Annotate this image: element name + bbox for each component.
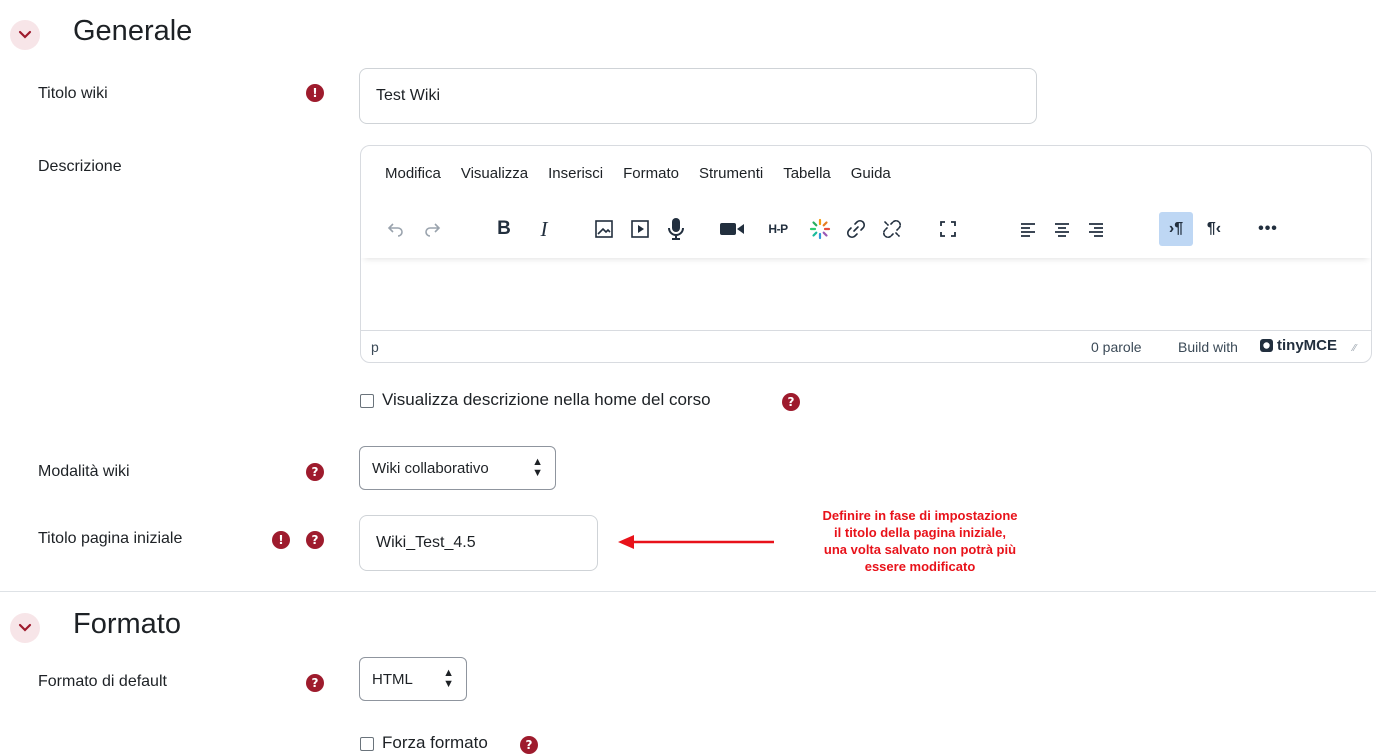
- fullscreen-button[interactable]: [931, 212, 965, 246]
- wiki-title-input[interactable]: Test Wiki: [359, 68, 1037, 124]
- link-icon: [846, 219, 866, 239]
- help-icon[interactable]: ?: [520, 736, 538, 754]
- wiki-title-value: Test Wiki: [376, 87, 440, 104]
- section-toggle-format[interactable]: [10, 613, 40, 643]
- resize-handle-icon[interactable]: ⁄⁄: [1353, 343, 1356, 354]
- help-icon[interactable]: ?: [306, 463, 324, 481]
- rtl-button[interactable]: ¶‹: [1197, 212, 1231, 246]
- required-icon: !: [272, 531, 290, 549]
- redo-button[interactable]: [415, 212, 449, 246]
- unlink-icon: [882, 219, 902, 239]
- force-format-checkbox[interactable]: [360, 737, 374, 751]
- loading-spinner-icon: [809, 218, 831, 240]
- media-icon: [631, 220, 649, 238]
- align-right-icon: [1089, 223, 1103, 237]
- show-description-checkbox[interactable]: [360, 394, 374, 408]
- menu-table[interactable]: Tabella: [783, 165, 831, 182]
- ltr-button[interactable]: ›¶: [1159, 212, 1193, 246]
- undo-button[interactable]: [379, 212, 413, 246]
- first-page-title-label: Titolo pagina iniziale: [38, 530, 183, 547]
- menu-view[interactable]: Visualizza: [461, 165, 528, 182]
- h5p-icon: H-P: [768, 222, 788, 236]
- required-icon: !: [306, 84, 324, 102]
- default-format-label: Formato di default: [38, 673, 167, 690]
- h5p-button[interactable]: H-P: [761, 212, 795, 246]
- image-icon: [595, 220, 613, 238]
- align-left-icon: [1021, 223, 1035, 237]
- redo-icon: [425, 223, 441, 237]
- first-page-title-value: Wiki_Test_4.5: [376, 534, 476, 551]
- wiki-title-label: Titolo wiki: [38, 85, 108, 102]
- align-left-button[interactable]: [1011, 212, 1045, 246]
- section-toggle-general[interactable]: [10, 20, 40, 50]
- wiki-mode-label: Modalità wiki: [38, 463, 130, 480]
- wiki-mode-selected: Wiki collaborativo: [372, 459, 489, 477]
- section-title-format: Formato: [73, 608, 181, 640]
- menu-insert[interactable]: Inserisci: [548, 165, 603, 182]
- bold-button[interactable]: B: [487, 212, 521, 246]
- annotation-note: Definire in fase di impostazione il tito…: [770, 507, 1070, 575]
- force-format-label: Forza formato: [382, 733, 488, 752]
- italic-button[interactable]: I: [527, 212, 561, 246]
- show-description-label: Visualizza descrizione nella home del co…: [382, 390, 711, 409]
- help-icon[interactable]: ?: [306, 674, 324, 692]
- tinymce-logo-icon: [1260, 339, 1273, 352]
- word-count[interactable]: 0 parole: [1091, 339, 1142, 355]
- image-button[interactable]: [587, 212, 621, 246]
- microphone-icon: [668, 218, 684, 240]
- bold-icon: B: [497, 218, 511, 239]
- select-caret-icon: ▲ ▼: [443, 667, 454, 690]
- element-path[interactable]: p: [371, 339, 379, 355]
- branding-prefix: Build with: [1178, 339, 1238, 355]
- annotation-line: il titolo della pagina iniziale,: [834, 525, 1006, 540]
- description-editor[interactable]: Modifica Visualizza Inserisci Formato St…: [360, 145, 1372, 363]
- menu-tools[interactable]: Strumenti: [699, 165, 763, 182]
- menu-edit[interactable]: Modifica: [385, 165, 441, 182]
- annotation-arrow-icon: [618, 535, 774, 549]
- align-center-button[interactable]: [1045, 212, 1079, 246]
- unlink-button[interactable]: [875, 212, 909, 246]
- section-divider: [0, 591, 1376, 592]
- record-audio-button[interactable]: [659, 212, 693, 246]
- first-page-title-input[interactable]: Wiki_Test_4.5: [359, 515, 598, 571]
- media-button[interactable]: [623, 212, 657, 246]
- more-button[interactable]: •••: [1251, 212, 1285, 246]
- editor-menubar: Modifica Visualizza Inserisci Formato St…: [385, 165, 911, 182]
- default-format-selected: HTML: [372, 670, 413, 688]
- tinymce-name: tinyMCE: [1277, 337, 1337, 354]
- editor-statusbar: p 0 parole Build with tinyMCE ⁄⁄: [361, 330, 1371, 362]
- ai-button[interactable]: [803, 212, 837, 246]
- description-label: Descrizione: [38, 158, 122, 175]
- annotation-line: una volta salvato non potrà più: [823, 542, 1017, 557]
- rtl-icon: ¶‹: [1206, 220, 1222, 237]
- section-title-general: Generale: [73, 15, 193, 47]
- ltr-icon: ›¶: [1168, 220, 1184, 237]
- italic-icon: I: [540, 216, 548, 241]
- undo-icon: [387, 223, 403, 237]
- chevron-down-icon: [18, 623, 32, 632]
- help-icon[interactable]: ?: [306, 531, 324, 549]
- chevron-down-icon: [18, 30, 32, 39]
- link-button[interactable]: [839, 212, 873, 246]
- annotation-line: essere modificato: [864, 559, 976, 574]
- tinymce-logo[interactable]: tinyMCE: [1259, 337, 1337, 354]
- fullscreen-icon: [940, 221, 956, 237]
- wiki-mode-select[interactable]: Wiki collaborativo ▲ ▼: [359, 446, 556, 490]
- align-center-icon: [1055, 223, 1069, 237]
- more-icon: •••: [1258, 220, 1278, 237]
- annotation-line: Definire in fase di impostazione: [822, 508, 1018, 523]
- help-icon[interactable]: ?: [782, 393, 800, 411]
- menu-format[interactable]: Formato: [623, 165, 679, 182]
- video-camera-icon: [720, 223, 744, 235]
- select-caret-icon: ▲ ▼: [532, 456, 543, 479]
- menu-help[interactable]: Guida: [851, 165, 891, 182]
- record-video-button[interactable]: [715, 212, 749, 246]
- default-format-select[interactable]: HTML ▲ ▼: [359, 657, 467, 701]
- align-right-button[interactable]: [1079, 212, 1113, 246]
